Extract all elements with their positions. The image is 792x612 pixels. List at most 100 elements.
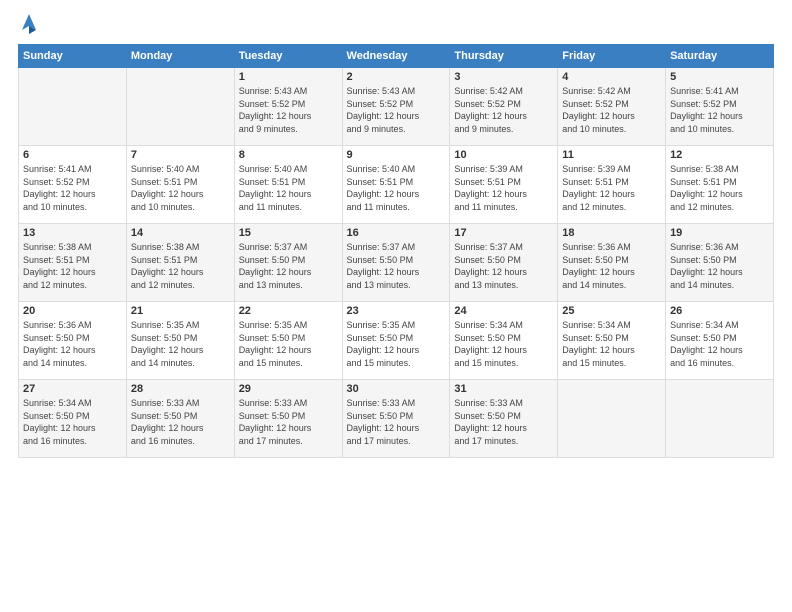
day-number: 4 (562, 71, 661, 83)
day-cell: 10 Sunrise: 5:39 AM Sunset: 5:51 PM Dayli… (450, 146, 558, 224)
header-cell-wednesday: Wednesday (342, 45, 450, 68)
day-number: 18 (562, 227, 661, 239)
day-info: Sunrise: 5:35 AM Sunset: 5:50 PM Dayligh… (131, 319, 230, 369)
day-cell: 1 Sunrise: 5:43 AM Sunset: 5:52 PM Daylig… (234, 68, 342, 146)
day-info: Sunrise: 5:36 AM Sunset: 5:50 PM Dayligh… (670, 241, 769, 291)
day-info: Sunrise: 5:37 AM Sunset: 5:50 PM Dayligh… (454, 241, 553, 291)
logo (18, 16, 38, 34)
day-cell: 9 Sunrise: 5:40 AM Sunset: 5:51 PM Daylig… (342, 146, 450, 224)
day-cell (126, 68, 234, 146)
day-info: Sunrise: 5:33 AM Sunset: 5:50 PM Dayligh… (239, 397, 338, 447)
day-info: Sunrise: 5:37 AM Sunset: 5:50 PM Dayligh… (239, 241, 338, 291)
day-cell: 16 Sunrise: 5:37 AM Sunset: 5:50 PM Dayli… (342, 224, 450, 302)
day-number: 13 (23, 227, 122, 239)
header-cell-sunday: Sunday (19, 45, 127, 68)
header-cell-saturday: Saturday (666, 45, 774, 68)
day-number: 9 (347, 149, 446, 161)
day-number: 7 (131, 149, 230, 161)
header-row: SundayMondayTuesdayWednesdayThursdayFrid… (19, 45, 774, 68)
day-number: 14 (131, 227, 230, 239)
week-row-4: 20 Sunrise: 5:36 AM Sunset: 5:50 PM Dayli… (19, 302, 774, 380)
day-info: Sunrise: 5:34 AM Sunset: 5:50 PM Dayligh… (23, 397, 122, 447)
day-cell: 25 Sunrise: 5:34 AM Sunset: 5:50 PM Dayli… (558, 302, 666, 380)
day-info: Sunrise: 5:39 AM Sunset: 5:51 PM Dayligh… (454, 163, 553, 213)
day-cell: 11 Sunrise: 5:39 AM Sunset: 5:51 PM Dayli… (558, 146, 666, 224)
day-cell: 22 Sunrise: 5:35 AM Sunset: 5:50 PM Dayli… (234, 302, 342, 380)
day-number: 6 (23, 149, 122, 161)
day-number: 24 (454, 305, 553, 317)
day-cell: 30Sunrise: 5:33 AM Sunset: 5:50 PM Dayli… (342, 380, 450, 458)
calendar-table: SundayMondayTuesdayWednesdayThursdayFrid… (18, 44, 774, 458)
day-number: 26 (670, 305, 769, 317)
day-info: Sunrise: 5:35 AM Sunset: 5:50 PM Dayligh… (239, 319, 338, 369)
day-cell: 13 Sunrise: 5:38 AM Sunset: 5:51 PM Dayli… (19, 224, 127, 302)
day-info: Sunrise: 5:39 AM Sunset: 5:51 PM Dayligh… (562, 163, 661, 213)
day-number: 15 (239, 227, 338, 239)
day-number: 23 (347, 305, 446, 317)
day-number: 1 (239, 71, 338, 83)
logo-icon (20, 12, 38, 34)
day-cell: 29 Sunrise: 5:33 AM Sunset: 5:50 PM Dayli… (234, 380, 342, 458)
day-number: 10 (454, 149, 553, 161)
week-row-2: 6 Sunrise: 5:41 AM Sunset: 5:52 PM Daylig… (19, 146, 774, 224)
day-info: Sunrise: 5:33 AM Sunset: 5:50 PM Dayligh… (454, 397, 553, 447)
day-info: Sunrise: 5:35 AM Sunset: 5:50 PM Dayligh… (347, 319, 446, 369)
day-cell: 24 Sunrise: 5:34 AM Sunset: 5:50 PM Dayli… (450, 302, 558, 380)
day-number: 11 (562, 149, 661, 161)
day-info: Sunrise: 5:33 AM Sunset: 5:50 PM Dayligh… (131, 397, 230, 447)
day-cell: 12Sunrise: 5:38 AM Sunset: 5:51 PM Dayli… (666, 146, 774, 224)
header-cell-thursday: Thursday (450, 45, 558, 68)
day-number: 27 (23, 383, 122, 395)
day-cell (666, 380, 774, 458)
day-info: Sunrise: 5:38 AM Sunset: 5:51 PM Dayligh… (131, 241, 230, 291)
day-info: Sunrise: 5:38 AM Sunset: 5:51 PM Dayligh… (670, 163, 769, 213)
day-number: 3 (454, 71, 553, 83)
header-cell-friday: Friday (558, 45, 666, 68)
day-number: 29 (239, 383, 338, 395)
week-row-3: 13 Sunrise: 5:38 AM Sunset: 5:51 PM Dayli… (19, 224, 774, 302)
day-info: Sunrise: 5:41 AM Sunset: 5:52 PM Dayligh… (23, 163, 122, 213)
day-number: 17 (454, 227, 553, 239)
day-number: 22 (239, 305, 338, 317)
day-cell: 23 Sunrise: 5:35 AM Sunset: 5:50 PM Dayli… (342, 302, 450, 380)
day-info: Sunrise: 5:38 AM Sunset: 5:51 PM Dayligh… (23, 241, 122, 291)
day-number: 19 (670, 227, 769, 239)
day-info: Sunrise: 5:40 AM Sunset: 5:51 PM Dayligh… (131, 163, 230, 213)
day-info: Sunrise: 5:33 AM Sunset: 5:50 PM Dayligh… (347, 397, 446, 447)
day-info: Sunrise: 5:43 AM Sunset: 5:52 PM Dayligh… (347, 85, 446, 135)
day-info: Sunrise: 5:41 AM Sunset: 5:52 PM Dayligh… (670, 85, 769, 135)
day-info: Sunrise: 5:43 AM Sunset: 5:52 PM Dayligh… (239, 85, 338, 135)
day-cell: 5 Sunrise: 5:41 AM Sunset: 5:52 PM Daylig… (666, 68, 774, 146)
day-number: 25 (562, 305, 661, 317)
day-cell: 19 Sunrise: 5:36 AM Sunset: 5:50 PM Dayli… (666, 224, 774, 302)
day-number: 8 (239, 149, 338, 161)
day-number: 2 (347, 71, 446, 83)
day-cell: 31Sunrise: 5:33 AM Sunset: 5:50 PM Dayli… (450, 380, 558, 458)
day-info: Sunrise: 5:36 AM Sunset: 5:50 PM Dayligh… (562, 241, 661, 291)
day-number: 16 (347, 227, 446, 239)
day-info: Sunrise: 5:34 AM Sunset: 5:50 PM Dayligh… (562, 319, 661, 369)
day-cell: 26 Sunrise: 5:34 AM Sunset: 5:50 PM Dayli… (666, 302, 774, 380)
day-cell: 4 Sunrise: 5:42 AM Sunset: 5:52 PM Daylig… (558, 68, 666, 146)
day-info: Sunrise: 5:34 AM Sunset: 5:50 PM Dayligh… (454, 319, 553, 369)
day-cell: 3 Sunrise: 5:42 AM Sunset: 5:52 PM Daylig… (450, 68, 558, 146)
day-cell: 7 Sunrise: 5:40 AM Sunset: 5:51 PM Daylig… (126, 146, 234, 224)
day-number: 5 (670, 71, 769, 83)
day-cell (19, 68, 127, 146)
day-cell: 27 Sunrise: 5:34 AM Sunset: 5:50 PM Dayli… (19, 380, 127, 458)
header-cell-monday: Monday (126, 45, 234, 68)
day-cell: 18 Sunrise: 5:36 AM Sunset: 5:50 PM Dayli… (558, 224, 666, 302)
day-number: 20 (23, 305, 122, 317)
day-info: Sunrise: 5:37 AM Sunset: 5:50 PM Dayligh… (347, 241, 446, 291)
day-info: Sunrise: 5:40 AM Sunset: 5:51 PM Dayligh… (239, 163, 338, 213)
day-cell: 14 Sunrise: 5:38 AM Sunset: 5:51 PM Dayli… (126, 224, 234, 302)
day-info: Sunrise: 5:34 AM Sunset: 5:50 PM Dayligh… (670, 319, 769, 369)
day-info: Sunrise: 5:36 AM Sunset: 5:50 PM Dayligh… (23, 319, 122, 369)
day-cell: 2 Sunrise: 5:43 AM Sunset: 5:52 PM Daylig… (342, 68, 450, 146)
day-info: Sunrise: 5:42 AM Sunset: 5:52 PM Dayligh… (454, 85, 553, 135)
day-info: Sunrise: 5:42 AM Sunset: 5:52 PM Dayligh… (562, 85, 661, 135)
day-cell: 15 Sunrise: 5:37 AM Sunset: 5:50 PM Dayli… (234, 224, 342, 302)
week-row-1: 1 Sunrise: 5:43 AM Sunset: 5:52 PM Daylig… (19, 68, 774, 146)
header-cell-tuesday: Tuesday (234, 45, 342, 68)
day-info: Sunrise: 5:40 AM Sunset: 5:51 PM Dayligh… (347, 163, 446, 213)
